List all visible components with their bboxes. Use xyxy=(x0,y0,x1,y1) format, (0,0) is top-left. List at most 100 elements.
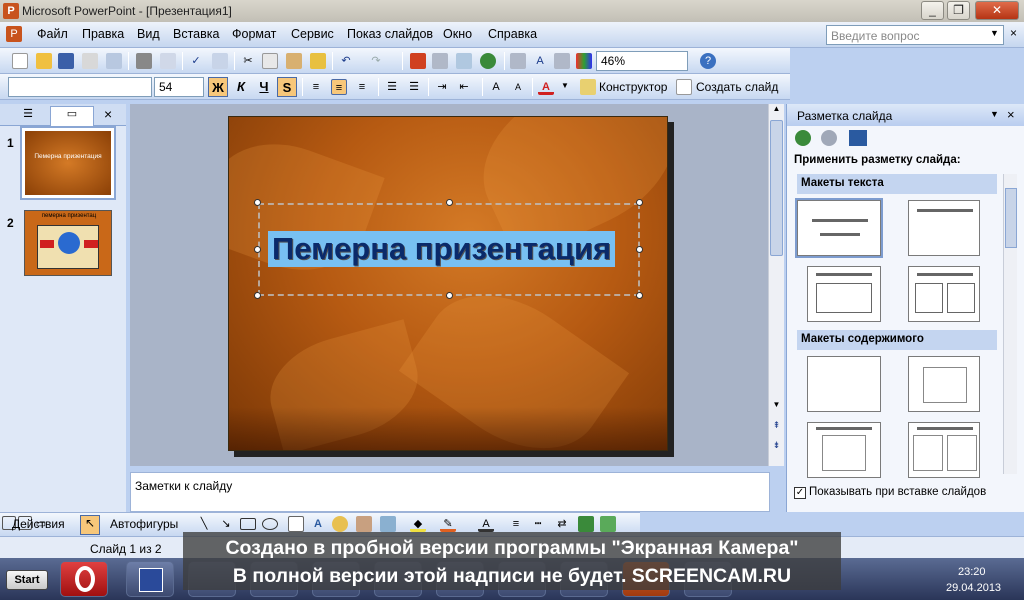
color-grayscale-icon[interactable] xyxy=(576,53,592,69)
font-color-icon[interactable]: A xyxy=(538,79,554,95)
line-color-icon[interactable]: ✎ xyxy=(440,516,456,532)
print-preview-icon[interactable] xyxy=(160,53,176,69)
designer-icon[interactable] xyxy=(580,79,596,95)
bullets-icon[interactable]: ☰ xyxy=(406,79,422,95)
paste-icon[interactable] xyxy=(286,53,302,69)
task-pane-scroll-thumb[interactable] xyxy=(1005,188,1017,248)
shadow-button[interactable]: S xyxy=(277,77,297,97)
align-left-icon[interactable]: ≡ xyxy=(308,79,324,95)
autoshapes-menu[interactable]: Автофигуры xyxy=(110,517,178,531)
insert-image-icon[interactable] xyxy=(380,516,396,532)
restore-button[interactable]: ❐ xyxy=(947,1,970,20)
show-on-insert-checkbox[interactable]: ✓ xyxy=(794,487,806,499)
font-color-dropdown-icon[interactable]: ▼ xyxy=(561,81,569,90)
menu-tools[interactable]: Сервис xyxy=(291,27,334,41)
diagram-icon[interactable] xyxy=(332,516,348,532)
save-icon[interactable] xyxy=(58,53,74,69)
new-document-icon[interactable] xyxy=(12,53,28,69)
layout-blank[interactable] xyxy=(807,356,881,412)
home-icon[interactable] xyxy=(849,130,867,146)
dash-style-icon[interactable]: ┅ xyxy=(530,516,546,532)
increase-font-icon[interactable]: A xyxy=(488,79,504,95)
slide-title[interactable]: Пемерна призентация xyxy=(268,231,616,267)
expand-all-icon[interactable] xyxy=(510,53,526,69)
close-window-button[interactable]: ✕ xyxy=(975,1,1019,20)
resize-handle[interactable] xyxy=(636,292,643,299)
floppy-icon[interactable] xyxy=(126,561,174,597)
scroll-down-icon[interactable]: ▼ xyxy=(769,400,784,409)
close-pane-icon[interactable]: × xyxy=(104,106,112,122)
rectangle-icon[interactable] xyxy=(240,518,256,530)
redo-icon[interactable]: ↷ xyxy=(368,53,384,69)
previous-slide-icon[interactable]: ⇞ xyxy=(769,420,784,431)
powerpoint-icon[interactable]: P xyxy=(3,3,19,19)
arrow-style-icon[interactable]: ⇄ xyxy=(554,516,570,532)
menu-slideshow[interactable]: Показ слайдов xyxy=(347,27,433,41)
resize-handle[interactable] xyxy=(636,199,643,206)
shadow-style-icon[interactable] xyxy=(578,516,594,532)
next-slide-icon[interactable]: ⇟ xyxy=(769,440,784,451)
line-style-icon[interactable]: ≡ xyxy=(508,516,524,532)
italic-button[interactable]: К xyxy=(231,77,251,97)
3d-style-icon[interactable] xyxy=(600,516,616,532)
open-folder-icon[interactable] xyxy=(36,53,52,69)
outline-tab-icon[interactable]: ☰ xyxy=(6,107,50,125)
scroll-up-icon[interactable]: ▲ xyxy=(769,104,784,118)
increase-indent-icon[interactable]: ⇥ xyxy=(434,79,450,95)
new-slide-icon[interactable] xyxy=(676,79,692,95)
layout-content[interactable] xyxy=(908,356,980,412)
line-icon[interactable]: ╲ xyxy=(196,516,212,532)
undo-icon[interactable]: ↶ xyxy=(338,53,354,69)
slide-canvas[interactable]: Пемерна призентация xyxy=(228,116,668,451)
research-icon[interactable] xyxy=(212,53,228,69)
print-icon[interactable] xyxy=(136,53,152,69)
menu-view[interactable]: Вид xyxy=(137,27,160,41)
bold-button[interactable]: Ж xyxy=(208,77,228,97)
resize-handle[interactable] xyxy=(636,246,643,253)
layout-title-content[interactable] xyxy=(807,422,881,478)
resize-handle[interactable] xyxy=(254,199,261,206)
cut-icon[interactable]: ✂ xyxy=(240,53,256,69)
task-pane-dropdown-icon[interactable]: ▼ xyxy=(990,109,999,119)
task-pane-scrollbar[interactable] xyxy=(1003,174,1017,474)
vertical-scrollbar[interactable]: ▲ ▼ ⇞ ⇟ xyxy=(768,104,784,466)
spelling-icon[interactable]: ✓ xyxy=(188,53,204,69)
menu-format[interactable]: Формат xyxy=(232,27,276,41)
opera-icon[interactable] xyxy=(60,561,108,597)
font-size-select[interactable]: 54 xyxy=(154,77,204,97)
select-pointer-icon[interactable]: ↖ xyxy=(80,515,100,535)
slide-2-thumbnail[interactable]: пемерна призентац xyxy=(24,210,112,276)
document-icon[interactable]: P xyxy=(6,26,22,42)
menu-window[interactable]: Окно xyxy=(443,27,472,41)
slides-tab-icon[interactable]: ▭ xyxy=(50,106,94,126)
layout-two-content[interactable] xyxy=(908,422,980,478)
layout-title-slide[interactable] xyxy=(795,198,883,258)
numbering-icon[interactable]: ☰ xyxy=(384,79,400,95)
layout-two-columns[interactable] xyxy=(908,266,980,322)
scroll-thumb[interactable] xyxy=(770,120,783,256)
insert-table-icon[interactable] xyxy=(432,53,448,69)
hyperlink-icon[interactable] xyxy=(480,53,496,69)
insert-chart-icon[interactable] xyxy=(410,53,426,69)
resize-handle[interactable] xyxy=(446,199,453,206)
back-icon[interactable] xyxy=(795,130,811,146)
oval-icon[interactable] xyxy=(262,518,278,530)
forward-icon[interactable] xyxy=(821,130,837,146)
resize-handle[interactable] xyxy=(254,246,261,253)
format-painter-icon[interactable] xyxy=(310,53,326,69)
zoom-select[interactable]: 46% xyxy=(596,51,688,71)
textbox-icon[interactable] xyxy=(288,516,304,532)
font-name-select[interactable] xyxy=(8,77,152,97)
layout-title-text[interactable] xyxy=(807,266,881,322)
help-dropdown-icon[interactable]: ▼ xyxy=(990,28,999,38)
copy-icon[interactable] xyxy=(262,53,278,69)
designer-button[interactable]: Конструктор xyxy=(599,80,667,94)
menu-insert[interactable]: Вставка xyxy=(173,27,219,41)
clipart-icon[interactable] xyxy=(356,516,372,532)
decrease-indent-icon[interactable]: ⇤ xyxy=(456,79,472,95)
menu-file[interactable]: Файл xyxy=(37,27,68,41)
task-pane-close-icon[interactable]: × xyxy=(1007,107,1015,122)
align-right-icon[interactable]: ≡ xyxy=(354,79,370,95)
menu-edit[interactable]: Правка xyxy=(82,27,124,41)
notes-pane[interactable]: Заметки к слайду xyxy=(130,472,770,512)
